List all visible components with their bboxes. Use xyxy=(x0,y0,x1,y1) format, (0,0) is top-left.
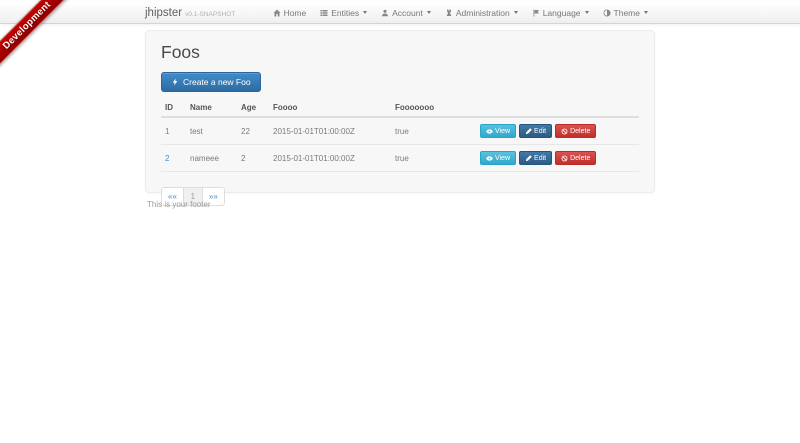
view-label: View xyxy=(495,128,510,135)
row-id-link[interactable]: 1 xyxy=(165,127,169,136)
nav-label: Home xyxy=(284,8,307,18)
pencil-icon xyxy=(525,128,532,135)
chevron-down-icon xyxy=(644,11,648,14)
table-row: 2 nameee 2 2015-01-01T01:00:00Z true Vie… xyxy=(161,145,639,172)
brand-version: v0.1-SNAPSHOT xyxy=(185,11,235,18)
header-foooo: Foooo xyxy=(269,100,391,117)
header-actions xyxy=(476,100,639,117)
row-actions: View Edit Delete xyxy=(480,151,635,165)
header-age: Age xyxy=(237,100,269,117)
bolt-icon xyxy=(171,78,179,86)
header-fooooooo: Fooooooo xyxy=(391,100,476,117)
flag-icon xyxy=(532,9,540,17)
list-icon xyxy=(320,9,328,17)
create-foo-label: Create a new Foo xyxy=(183,77,251,87)
row-id-link[interactable]: 2 xyxy=(165,154,169,163)
adjust-icon xyxy=(603,9,611,17)
delete-button[interactable]: Delete xyxy=(555,151,596,165)
page-footer: This is your footer xyxy=(147,200,211,209)
view-button[interactable]: View xyxy=(480,124,516,138)
top-navbar: jhipster v0.1-SNAPSHOT Home Entities Acc… xyxy=(0,2,800,24)
tower-icon xyxy=(445,9,453,17)
cell-foooo: 2015-01-01T01:00:00Z xyxy=(269,145,391,172)
cell-fooooooo: true xyxy=(391,145,476,172)
header-name: Name xyxy=(186,100,237,117)
main-content-panel: Foos Create a new Foo ID Name Age Foooo … xyxy=(145,30,655,193)
nav-label: Language xyxy=(543,8,581,18)
pencil-icon xyxy=(525,155,532,162)
user-icon xyxy=(381,9,389,17)
ban-circle-icon xyxy=(561,155,568,162)
nav-item-entities[interactable]: Entities xyxy=(313,2,374,23)
brand-name: jhipster xyxy=(145,7,182,19)
nav-item-language[interactable]: Language xyxy=(525,2,596,23)
view-button[interactable]: View xyxy=(480,151,516,165)
edit-label: Edit xyxy=(534,155,546,162)
row-actions: View Edit Delete xyxy=(480,124,635,138)
nav-item-theme[interactable]: Theme xyxy=(596,2,655,23)
page-title: Foos xyxy=(161,42,639,63)
delete-button[interactable]: Delete xyxy=(555,124,596,138)
chevron-down-icon xyxy=(514,11,518,14)
cell-foooo: 2015-01-01T01:00:00Z xyxy=(269,117,391,145)
nav-label: Administration xyxy=(456,8,510,18)
home-icon xyxy=(273,9,281,17)
delete-label: Delete xyxy=(570,128,590,135)
chevron-down-icon xyxy=(427,11,431,14)
eye-icon xyxy=(486,155,493,162)
table-header-row: ID Name Age Foooo Fooooooo xyxy=(161,100,639,117)
edit-button[interactable]: Edit xyxy=(519,151,552,165)
chevron-down-icon xyxy=(363,11,367,14)
cell-age: 2 xyxy=(237,145,269,172)
edit-label: Edit xyxy=(534,128,546,135)
chevron-down-icon xyxy=(585,11,589,14)
ban-circle-icon xyxy=(561,128,568,135)
cell-fooooooo: true xyxy=(391,117,476,145)
nav-label: Entities xyxy=(331,8,359,18)
delete-label: Delete xyxy=(570,155,590,162)
navbar-container: jhipster v0.1-SNAPSHOT Home Entities Acc… xyxy=(145,2,655,23)
nav-item-administration[interactable]: Administration xyxy=(438,2,525,23)
nav-label: Theme xyxy=(614,8,640,18)
cell-age: 22 xyxy=(237,117,269,145)
nav-item-account[interactable]: Account xyxy=(374,2,438,23)
cell-name: nameee xyxy=(186,145,237,172)
edit-button[interactable]: Edit xyxy=(519,124,552,138)
navbar-menu: Home Entities Account Administration Lan… xyxy=(266,2,655,23)
cell-name: test xyxy=(186,117,237,145)
header-id: ID xyxy=(161,100,186,117)
view-label: View xyxy=(495,155,510,162)
nav-item-home[interactable]: Home xyxy=(266,2,314,23)
eye-icon xyxy=(486,128,493,135)
brand-link[interactable]: jhipster v0.1-SNAPSHOT xyxy=(145,7,235,19)
foos-table: ID Name Age Foooo Fooooooo 1 test 22 201… xyxy=(161,100,639,172)
create-foo-button[interactable]: Create a new Foo xyxy=(161,72,261,92)
nav-label: Account xyxy=(392,8,423,18)
table-row: 1 test 22 2015-01-01T01:00:00Z true View… xyxy=(161,117,639,145)
